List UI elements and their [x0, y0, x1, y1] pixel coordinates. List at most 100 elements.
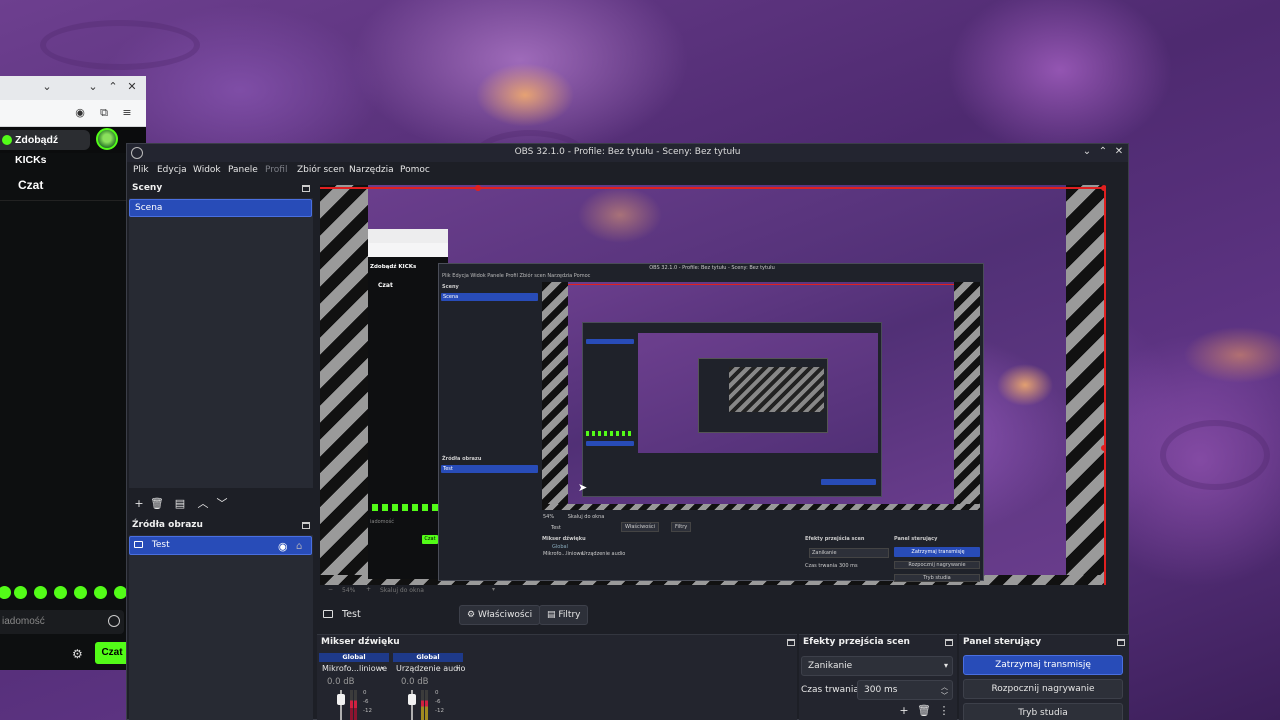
account-icon[interactable]: ◉ [73, 106, 87, 120]
deepest-preview [729, 367, 824, 412]
audio-mixer-dock: Mikser dźwięku Global Mikrofo...liniowe … [317, 634, 797, 720]
remove-scene-icon[interactable]: 🗑 [150, 498, 164, 510]
emote-icon[interactable] [0, 586, 11, 599]
meter-scale-6: -6 [435, 699, 441, 705]
undock-icon[interactable] [302, 185, 310, 192]
menu-icon[interactable]: ≡ [120, 106, 134, 120]
move-down-icon[interactable]: ﹀ [215, 498, 229, 510]
mixer-channel-desktop: Global Urządzenie audio ▾ 0.0 dB 0 -6 -1… [393, 653, 465, 720]
wallpaper-swirl [40, 20, 200, 70]
maximize-icon[interactable]: ⌃ [106, 80, 120, 94]
resize-handle[interactable] [475, 185, 481, 191]
resize-handle[interactable] [1101, 185, 1106, 191]
menu-tools[interactable]: Narzędzia [349, 165, 394, 175]
menu-file[interactable]: Plik [133, 165, 149, 175]
add-transition-icon[interactable]: + [897, 705, 911, 717]
browser-window: ⌄ ⌄ ⌃ ✕ ◉ ⧉ ≡ Zdobądź KICKs Czat iadomoś… [0, 76, 146, 670]
emote-icon[interactable] [74, 586, 87, 599]
deepest-obs-window [698, 358, 828, 433]
get-kicks-button[interactable]: Zdobądź KICKs [0, 130, 90, 166]
source-label: Test [151, 540, 170, 550]
filters-button[interactable]: ▤ Filtry [539, 605, 589, 625]
avatar[interactable] [96, 128, 118, 150]
nested-mixer-ch2: Urządzenie audio [582, 551, 626, 557]
transitions-header: Efekty przejścia scen [803, 637, 955, 651]
nested-browser: Zdobądź KICKs Czat iadomość Czat [368, 229, 448, 579]
channel-db: 0.0 dB [327, 677, 355, 687]
studio-mode-button[interactable]: Tryb studia [963, 703, 1123, 720]
menu-help[interactable]: Pomoc [400, 165, 430, 175]
maximize-icon[interactable]: ⌃ [1097, 146, 1109, 158]
chevron-down-icon[interactable]: ▾ [492, 586, 495, 593]
nested-duration-label: Czas trwania [805, 563, 838, 569]
close-icon[interactable]: ✕ [125, 80, 139, 94]
menu-edit[interactable]: Edycja [157, 165, 187, 175]
level-meter [350, 690, 353, 720]
preview-overflow-right [1066, 185, 1106, 585]
channel-group: Global [393, 653, 463, 662]
remove-transition-icon[interactable]: 🗑 [917, 705, 931, 717]
scene-filters-icon[interactable]: ▤ [173, 498, 187, 510]
emote-icon[interactable] [14, 586, 27, 599]
chat-message-input[interactable]: iadomość [0, 610, 124, 634]
minimize-icon[interactable]: ⌄ [86, 80, 100, 94]
fader-handle[interactable] [337, 694, 345, 705]
nested-start-recording: Rozpocznij nagrywanie [894, 561, 980, 569]
source-item[interactable]: Test ◉ ⌂ [129, 536, 312, 555]
gear-icon[interactable]: ⚙ [72, 647, 83, 661]
duration-value: 300 ms [864, 685, 898, 695]
selected-source-name: Test [342, 609, 361, 620]
more-options-icon[interactable]: ⋮ [937, 705, 951, 717]
filters-label: Filtry [558, 610, 581, 620]
level-meter [425, 690, 428, 720]
emote-icon[interactable] [94, 586, 107, 599]
nested-emote-bar [372, 504, 442, 511]
level-meter [354, 690, 357, 720]
spin-down-icon[interactable]: ﹀ [941, 687, 948, 705]
menu-scene-collection[interactable]: Zbiór scen [297, 165, 344, 175]
resize-handle[interactable] [1101, 445, 1106, 451]
nested-zoom-fit: Skaluj do okna [567, 514, 605, 520]
chat-send-button[interactable]: Czat [95, 642, 129, 664]
undock-icon[interactable] [787, 639, 795, 646]
lock-icon[interactable]: ⌂ [296, 538, 302, 555]
stop-streaming-button[interactable]: Zatrzymaj transmisję [963, 655, 1123, 675]
duration-spinbox[interactable]: 300 ms ︿ ﹀ [857, 680, 953, 700]
obs-titlebar: OBS 32.1.0 - Profile: Bez tytułu - Sceny… [127, 144, 1128, 162]
menu-profile[interactable]: Profil [265, 165, 287, 175]
zoom-fit-label[interactable]: Skaluj do okna [380, 587, 424, 594]
emote-icon[interactable] [54, 586, 67, 599]
properties-button[interactable]: ⚙ Właściwości [459, 605, 541, 625]
emoji-icon[interactable] [108, 615, 120, 627]
nested-mixer-ch1: Mikrofo...liniowe [543, 551, 584, 557]
menu-docks[interactable]: Panele [228, 165, 258, 175]
preview-canvas[interactable]: Zdobądź KICKs Czat iadomość Czat OBS 32.… [320, 185, 1106, 585]
nested-obs-window: OBS 32.1.0 - Profile: Bez tytułu - Sceny… [438, 263, 984, 582]
nested-browser-toolbar [368, 243, 448, 257]
minimize-icon[interactable]: ⌄ [1081, 146, 1093, 158]
visibility-eye-icon[interactable]: ◉ [278, 538, 288, 555]
transition-select[interactable]: Zanikanie ▾ [801, 656, 953, 676]
undock-icon[interactable] [302, 522, 310, 529]
close-icon[interactable]: ✕ [1113, 146, 1125, 158]
chat-title: Czat [18, 178, 44, 192]
nested-stop-stream: Zatrzymaj transmisję [894, 547, 980, 557]
nested-window-title: OBS 32.1.0 - Profile: Bez tytułu - Sceny… [649, 265, 775, 271]
chevron-down-icon[interactable]: ▾ [456, 665, 459, 672]
undock-icon[interactable] [1117, 639, 1125, 646]
scene-item[interactable]: Scena [129, 199, 312, 217]
display-capture-icon [323, 610, 333, 618]
menu-view[interactable]: Widok [193, 165, 221, 175]
chevron-down-icon[interactable]: ⌄ [40, 80, 54, 94]
extensions-icon[interactable]: ⧉ [97, 106, 111, 120]
chevron-down-icon[interactable]: ▾ [381, 665, 384, 672]
start-recording-button[interactable]: Rozpocznij nagrywanie [963, 679, 1123, 699]
move-up-icon[interactable]: ︿ [196, 498, 210, 510]
fader-handle[interactable] [408, 694, 416, 705]
zoom-in-icon[interactable]: + [366, 586, 371, 593]
add-scene-icon[interactable]: + [132, 498, 146, 510]
zoom-out-icon[interactable]: − [328, 586, 333, 593]
nested-source-item: Test [441, 465, 538, 473]
undock-icon[interactable] [945, 639, 953, 646]
emote-icon[interactable] [34, 586, 47, 599]
